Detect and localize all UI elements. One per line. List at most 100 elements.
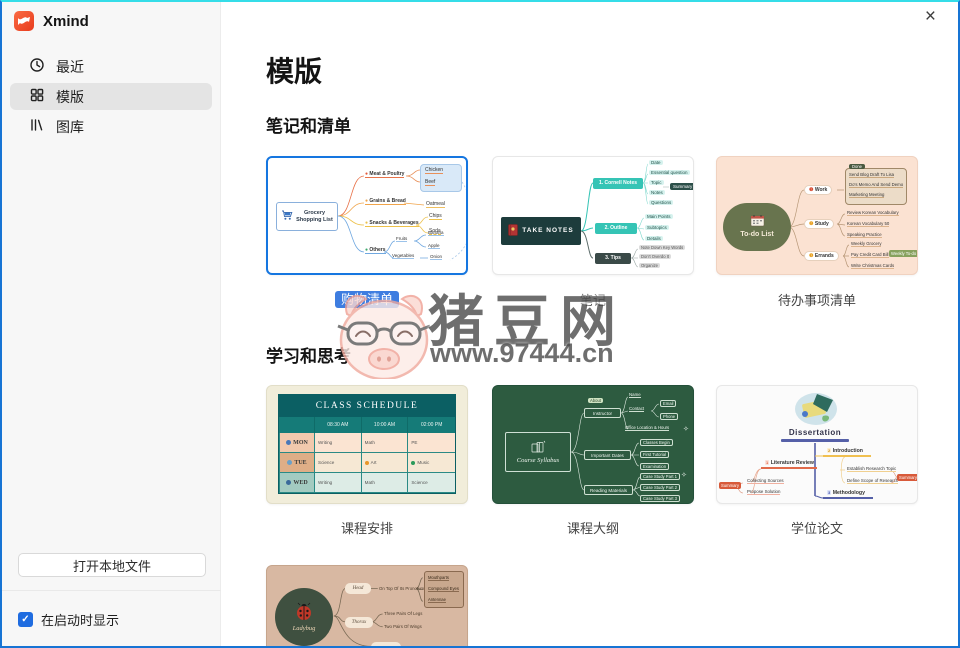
subject-cell: Writing (315, 433, 362, 453)
topic-label: Send Blog Draft To Lisa (849, 172, 894, 178)
todo-central-label: To-do List (740, 231, 773, 239)
day-icon (287, 460, 292, 465)
topic-label: Details (645, 236, 663, 241)
grid-icon (29, 87, 45, 106)
topic-label: Review Korean Vocabulary (847, 210, 899, 216)
time-cell: 10:00 AM (362, 417, 409, 433)
template-card-course-syllabus[interactable]: Course Syllabus Instructor About Name Co… (492, 385, 694, 504)
branch-label: ● Snacks & Beverages (365, 220, 419, 227)
branch-label: Instructor (584, 408, 621, 418)
watermark-url: www.97444.cn (430, 338, 614, 369)
summary-label: Summary (719, 482, 741, 489)
syllabus-central-label: Course Syllabus (517, 457, 559, 465)
topic-label: Classes Begin (640, 439, 673, 446)
todo-central-topic: To-do List (723, 203, 791, 251)
subject-cell: Writing (315, 473, 362, 493)
topic-label: Contact (629, 406, 644, 412)
topic-label: Case Study Part 1 (640, 473, 680, 480)
template-card-todo-list[interactable]: To-do List ❶ Work Done Send Blog Draft T… (716, 156, 918, 275)
day-cell: MON (293, 440, 308, 446)
ladybug-icon (294, 602, 314, 624)
template-caption: 待办事项清单 (716, 290, 918, 309)
topic-label: Marketing Meeting (849, 192, 884, 198)
clock-icon (29, 57, 45, 76)
template-caption: 课程安排 (266, 518, 468, 537)
subject-cell: Music (417, 460, 429, 465)
topic-label: Subtopics (645, 225, 669, 230)
cart-icon (281, 210, 293, 223)
branch-label: ● Others (365, 247, 386, 254)
topic-label: On Top Of Its Pronotum (379, 586, 424, 591)
star-doodle: ✧ (681, 472, 687, 480)
template-card-class-schedule[interactable]: CLASS SCHEDULE 08:30 AM 10:00 AM 02:00 P… (266, 385, 468, 504)
weekly-todo-tag: Weekly To-do (889, 250, 918, 257)
topic-label: Organize (639, 263, 660, 268)
notes-central-label: TAKE NOTES (522, 227, 573, 235)
topic-label: Questions (649, 200, 673, 205)
template-caption: 笔记 (492, 290, 694, 309)
topic-label: Name (629, 392, 641, 398)
page-title: 模版 (266, 50, 322, 90)
template-card-take-notes[interactable]: TAKE NOTES 1. Cornell Notes Date Essenti… (492, 156, 694, 275)
branch-underline (761, 467, 817, 469)
branch-label: ● Meat & Poultry (365, 171, 404, 178)
calendar-icon (750, 214, 765, 229)
topic-label: Beef (425, 179, 435, 186)
subject-cell: Art (371, 460, 377, 465)
notes-central-topic: TAKE NOTES (501, 217, 581, 245)
day-cell: WED (293, 480, 307, 486)
branch-label: 2 Introduction (827, 448, 863, 454)
topic-label: Examination (640, 463, 669, 470)
template-card-dissertation[interactable]: Dissertation 1 Literature Review Collect… (716, 385, 918, 504)
branch-underline (823, 455, 871, 457)
dissertation-central-label: Dissertation (775, 428, 855, 438)
branch-label: Thorax (345, 617, 373, 628)
summary-label: Summary (897, 474, 918, 481)
open-local-file-button[interactable]: 打开本地文件 (18, 553, 206, 577)
branch-underline (823, 497, 873, 499)
topic-label: Office Location & Hours (625, 425, 669, 431)
time-cell: 02:00 PM (408, 417, 455, 433)
branch-label: 1. Cornell Notes (593, 178, 643, 189)
branch-blob-partial (371, 642, 401, 648)
topic-label: Compound Eyes (428, 586, 459, 592)
topic-label: Phone (660, 413, 678, 420)
topic-label: Antennae (428, 597, 446, 603)
central-underline (781, 439, 849, 442)
branch-label: Reading Materials (584, 485, 633, 495)
branch-label: ❶ Work (804, 185, 832, 195)
branch-label: Head (345, 583, 371, 594)
sidebar-item-templates[interactable]: 模版 (10, 83, 212, 110)
topic-label: Case Study Part 3 (640, 495, 680, 502)
star-doodle: ✧ (683, 426, 689, 434)
topic-label: Date (649, 160, 663, 165)
topic-label: Fruits (396, 236, 407, 242)
subject-cell: Math (362, 473, 409, 493)
close-icon[interactable]: × (925, 7, 936, 26)
schedule-row-wed: WED Writing Math Science (279, 473, 455, 493)
app-title: Xmind (14, 11, 89, 31)
schedule-table: CLASS SCHEDULE 08:30 AM 10:00 AM 02:00 P… (278, 394, 456, 494)
show-at-startup-checkbox[interactable]: ✓ (18, 612, 33, 627)
topic-label: Topic (649, 180, 664, 185)
topic-label: Banana (428, 230, 444, 236)
dissertation-illustration (793, 390, 839, 431)
template-caption: 购物清单 (266, 289, 468, 308)
day-cell: TUE (294, 460, 306, 466)
sidebar-item-gallery[interactable]: 图库 (10, 113, 212, 140)
selected-caption-chip[interactable]: 购物清单 (335, 291, 399, 308)
sidebar-item-recent[interactable]: 最近 (10, 53, 212, 80)
grocery-central-topic: GroceryShopping List (276, 202, 338, 231)
subject-cell: Math (362, 433, 409, 453)
sidebar-nav: 最近 模版 图库 (10, 53, 212, 143)
template-card-grocery-list[interactable]: GroceryShopping List ● Meat & Poultry Ch… (266, 156, 468, 275)
topic-label: Define Scope of Research (847, 478, 898, 484)
section-study-thinking-heading: 学习和思考 (266, 342, 351, 367)
branch-label: ❷ Study (804, 219, 834, 229)
topic-label: Mouthparts (428, 575, 449, 581)
topic-label: Onion (430, 254, 442, 260)
ladybug-central-label: Ladybug (293, 625, 316, 633)
topic-label: Don't Overdo It (639, 254, 671, 259)
syllabus-central-topic: Course Syllabus (505, 432, 571, 472)
template-card-ladybug[interactable]: Ladybug Head On Top Of Its Pronotum Mout… (266, 565, 468, 648)
